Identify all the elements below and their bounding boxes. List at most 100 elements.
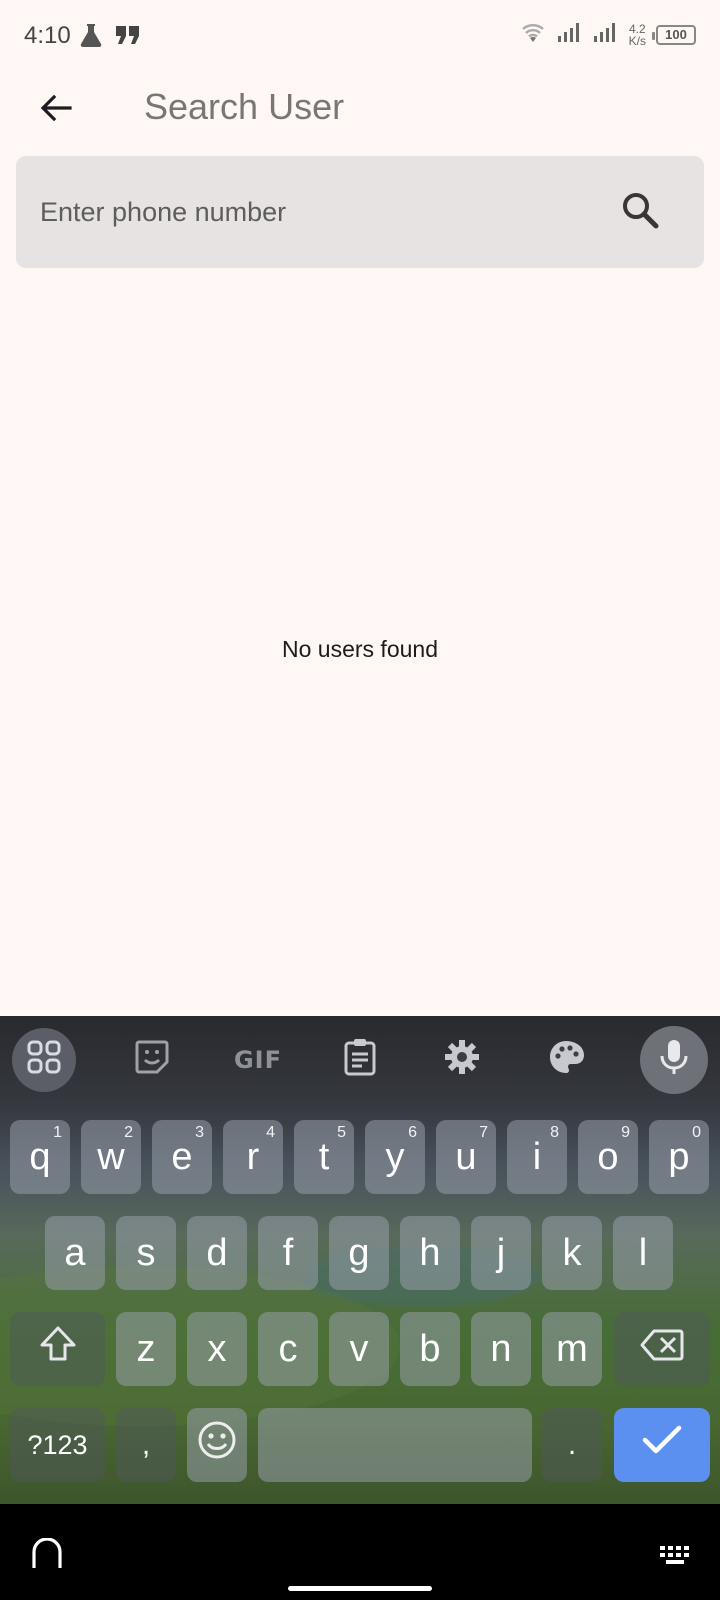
shift-key[interactable] [10, 1312, 105, 1386]
empty-state-message: No users found [282, 636, 438, 662]
key-c[interactable]: c [258, 1312, 318, 1386]
key-j[interactable]: j [471, 1216, 531, 1290]
network-speed: 4.2 K/s [629, 23, 646, 47]
home-gesture-handle[interactable] [288, 1586, 432, 1591]
sticker-icon [133, 1038, 171, 1083]
key-label: g [348, 1231, 370, 1274]
status-bar: 4:10 4.2 K/s 100 [0, 0, 720, 72]
key-label: m [556, 1327, 588, 1370]
key-label: u [455, 1135, 477, 1178]
key-h[interactable]: h [400, 1216, 460, 1290]
key-t[interactable]: t5 [294, 1120, 354, 1194]
key-label: k [562, 1231, 582, 1274]
key-label: v [349, 1327, 369, 1370]
key-hint: 3 [195, 1124, 204, 1141]
key-x[interactable]: x [187, 1312, 247, 1386]
key-r[interactable]: r4 [223, 1120, 283, 1194]
clipboard-button[interactable] [328, 1028, 392, 1092]
voice-input-button[interactable] [640, 1026, 708, 1094]
checkmark-icon [641, 1423, 683, 1467]
clipboard-icon [343, 1038, 377, 1083]
key-hint: 8 [550, 1124, 559, 1141]
key-label: t [318, 1135, 330, 1178]
key-z[interactable]: z [116, 1312, 176, 1386]
system-nav-bar [0, 1504, 720, 1600]
keyboard-dismiss-icon[interactable] [30, 1537, 64, 1577]
key-hint: 9 [621, 1124, 630, 1141]
status-left-icons [78, 22, 142, 53]
enter-key[interactable] [614, 1408, 710, 1482]
key-label: w [97, 1135, 125, 1178]
key-k[interactable]: k [542, 1216, 602, 1290]
key-label: h [419, 1231, 441, 1274]
key-label: q [29, 1135, 51, 1178]
key-label: a [64, 1231, 86, 1274]
key-w[interactable]: w2 [81, 1120, 141, 1194]
key-l[interactable]: l [613, 1216, 673, 1290]
shift-icon [38, 1325, 78, 1373]
key-m[interactable]: m [542, 1312, 602, 1386]
key-label: r [246, 1135, 260, 1178]
battery-icon: 100 [652, 24, 696, 45]
search-button[interactable] [616, 188, 664, 236]
symbols-key[interactable]: ?123 [10, 1408, 105, 1482]
keyboard-switch-icon[interactable] [658, 1544, 694, 1575]
theme-button[interactable] [534, 1028, 598, 1092]
key-label: y [385, 1135, 405, 1178]
key-label: p [668, 1135, 690, 1178]
key-hint: 6 [408, 1124, 417, 1141]
microphone-icon [659, 1038, 689, 1083]
key-label: o [597, 1135, 619, 1178]
period-key[interactable]: . [542, 1408, 602, 1482]
period-key-label: . [567, 1428, 577, 1461]
key-e[interactable]: e3 [152, 1120, 212, 1194]
key-label: f [282, 1231, 294, 1274]
emoji-key[interactable] [187, 1408, 247, 1482]
page-title: Search User [144, 86, 345, 127]
key-s[interactable]: s [116, 1216, 176, 1290]
emoji-icon [197, 1420, 237, 1470]
backspace-key[interactable] [614, 1312, 710, 1386]
key-g[interactable]: g [329, 1216, 389, 1290]
key-b[interactable]: b [400, 1312, 460, 1386]
search-box [16, 156, 704, 268]
sticker-button[interactable] [120, 1028, 184, 1092]
key-label: j [496, 1231, 506, 1274]
key-d[interactable]: d [187, 1216, 247, 1290]
key-i[interactable]: i8 [507, 1120, 567, 1194]
key-label: i [532, 1135, 542, 1178]
grid-icon [27, 1040, 61, 1081]
comma-key[interactable]: , [116, 1408, 176, 1482]
key-o[interactable]: o9 [578, 1120, 638, 1194]
key-q[interactable]: q1 [10, 1120, 70, 1194]
backspace-icon [640, 1328, 684, 1371]
key-hint: 2 [124, 1124, 133, 1141]
comma-key-label: , [141, 1428, 151, 1461]
key-label: c [278, 1327, 298, 1370]
back-button[interactable] [28, 82, 84, 138]
network-speed-value: 4.2 [628, 21, 646, 36]
quote-icon [114, 24, 142, 51]
key-f[interactable]: f [258, 1216, 318, 1290]
key-label: n [490, 1327, 512, 1370]
app-bar: Search User [0, 72, 720, 152]
key-p[interactable]: p0 [649, 1120, 709, 1194]
key-label: e [171, 1135, 193, 1178]
settings-button[interactable] [430, 1028, 494, 1092]
space-key[interactable] [258, 1408, 532, 1482]
apps-grid-button[interactable] [12, 1028, 76, 1092]
key-a[interactable]: a [45, 1216, 105, 1290]
signal-icon-2 [593, 21, 619, 48]
key-v[interactable]: v [329, 1312, 389, 1386]
flask-icon [78, 22, 104, 53]
key-u[interactable]: u7 [436, 1120, 496, 1194]
key-hint: 1 [53, 1124, 62, 1141]
gif-button[interactable]: GIF [222, 1028, 294, 1092]
symbols-key-label: ?123 [27, 1429, 88, 1460]
key-y[interactable]: y6 [365, 1120, 425, 1194]
phone-search-input[interactable] [40, 156, 600, 268]
network-speed-unit: K/s [628, 33, 646, 48]
key-label: l [638, 1231, 648, 1274]
key-hint: 5 [337, 1124, 346, 1141]
key-n[interactable]: n [471, 1312, 531, 1386]
